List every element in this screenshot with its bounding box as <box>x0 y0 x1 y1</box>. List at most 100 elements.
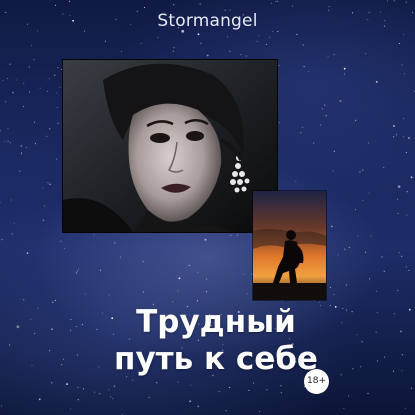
star <box>173 4 175 6</box>
star <box>265 44 267 45</box>
star <box>240 53 242 55</box>
star <box>114 242 116 244</box>
star <box>327 56 329 58</box>
star <box>11 233 13 235</box>
star <box>13 222 15 224</box>
book-cover: Stormangel Трудный путь к себе 18+ <box>0 0 415 415</box>
star <box>55 92 57 94</box>
star <box>31 365 33 367</box>
star <box>405 151 407 153</box>
star <box>26 147 28 149</box>
star <box>54 74 56 76</box>
star <box>0 201 1 203</box>
star <box>55 299 57 301</box>
star <box>172 301 174 303</box>
star <box>178 277 181 280</box>
star <box>56 158 57 160</box>
star <box>383 270 385 272</box>
star <box>395 134 397 136</box>
star <box>76 354 78 356</box>
star <box>410 176 413 179</box>
star <box>405 266 407 268</box>
star <box>370 235 372 237</box>
star <box>85 293 86 295</box>
star <box>5 101 7 103</box>
star <box>31 45 33 46</box>
star <box>381 256 383 258</box>
star <box>408 269 410 271</box>
star <box>300 132 302 134</box>
star <box>343 67 346 70</box>
star <box>303 66 305 67</box>
star <box>34 121 36 123</box>
star <box>242 273 244 275</box>
star <box>393 136 395 138</box>
star <box>112 398 114 400</box>
star <box>77 399 79 401</box>
star <box>383 167 385 168</box>
star <box>400 330 402 333</box>
star <box>357 235 359 237</box>
star <box>4 140 6 142</box>
star <box>46 135 48 137</box>
star <box>308 71 310 73</box>
star <box>56 106 58 108</box>
star <box>313 142 315 144</box>
star <box>61 364 63 366</box>
star <box>368 142 370 144</box>
star <box>408 308 411 311</box>
star <box>83 388 84 390</box>
star <box>359 171 361 173</box>
star <box>9 344 11 346</box>
star <box>337 254 339 256</box>
star <box>205 278 207 280</box>
star <box>47 182 49 184</box>
author-name: Stormangel <box>157 11 258 31</box>
star <box>352 368 354 370</box>
star <box>354 209 356 211</box>
star <box>49 183 51 186</box>
star <box>7 140 9 142</box>
star <box>1 239 3 241</box>
star <box>70 329 72 331</box>
star <box>411 387 413 389</box>
star <box>51 328 53 331</box>
star <box>398 252 400 254</box>
star <box>341 322 343 324</box>
star <box>37 307 39 309</box>
star <box>20 145 22 147</box>
star <box>369 278 371 280</box>
star <box>7 78 8 79</box>
star <box>393 313 395 315</box>
star <box>279 122 281 124</box>
star <box>9 142 11 144</box>
star <box>59 86 61 88</box>
star <box>365 53 367 55</box>
star <box>199 3 201 5</box>
star <box>48 78 50 80</box>
star <box>405 1 407 3</box>
star <box>401 255 403 257</box>
star <box>70 408 72 410</box>
star <box>39 87 41 89</box>
star <box>259 411 261 412</box>
star <box>333 54 335 56</box>
star <box>322 108 323 110</box>
silhouette-image <box>252 190 327 301</box>
star <box>355 119 357 121</box>
star <box>197 33 200 36</box>
star <box>177 381 179 383</box>
star <box>77 386 79 388</box>
star <box>172 50 174 52</box>
star <box>23 82 25 84</box>
star <box>196 300 198 302</box>
star <box>387 0 389 2</box>
star <box>204 238 207 241</box>
star <box>324 104 326 106</box>
star <box>332 170 334 172</box>
star <box>278 65 280 67</box>
star <box>144 7 145 9</box>
star <box>397 185 401 189</box>
star <box>403 33 405 35</box>
star <box>393 125 395 127</box>
